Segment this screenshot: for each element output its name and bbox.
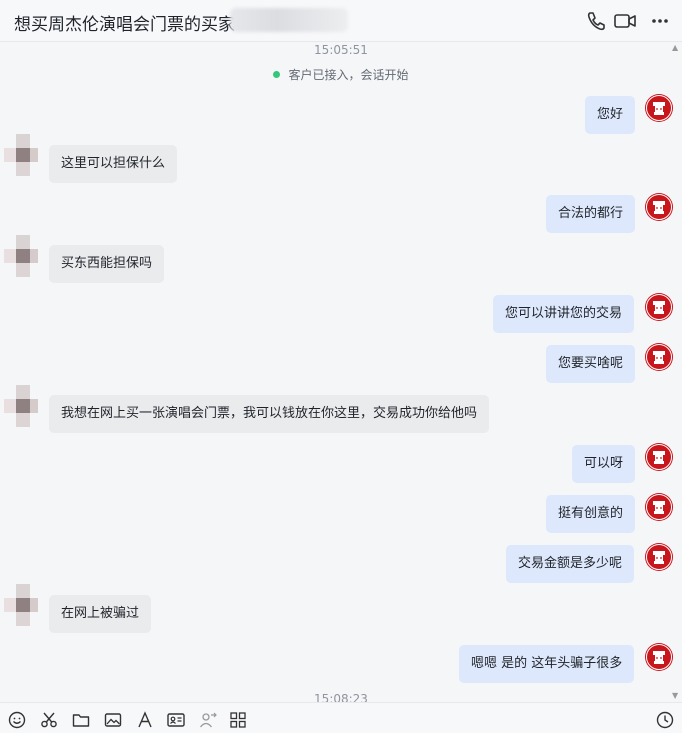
customer-avatar-pixelated[interactable] bbox=[4, 385, 38, 431]
scroll-up-icon[interactable]: ▲ bbox=[672, 44, 678, 52]
message-bubble-outgoing[interactable]: 合法的都行 bbox=[546, 195, 636, 233]
customer-avatar-pixelated[interactable] bbox=[4, 134, 38, 180]
more-icon[interactable] bbox=[647, 8, 673, 34]
message-bubble-outgoing[interactable]: 您要买啥呢 bbox=[546, 345, 636, 383]
image-icon[interactable] bbox=[104, 711, 122, 729]
font-icon[interactable] bbox=[136, 711, 154, 729]
agent-avatar[interactable] bbox=[645, 293, 673, 321]
history-icon[interactable] bbox=[656, 711, 674, 729]
chat-title: 想买周杰伦演唱会门票的买家 bbox=[14, 15, 235, 35]
agent-avatar[interactable] bbox=[645, 193, 673, 221]
message-list[interactable]: 15:05:51 客户已接入，会话开始 您好 这里可以担保什么 合法的都行 买东… bbox=[0, 42, 682, 702]
scroll-down-icon[interactable]: ▼ bbox=[672, 692, 678, 700]
message-bubble-outgoing[interactable]: 挺有创意的 bbox=[546, 495, 636, 533]
contact-card-icon[interactable] bbox=[167, 711, 185, 729]
message-bubble-outgoing[interactable]: 交易金额是多少呢 bbox=[506, 545, 635, 583]
video-call-icon[interactable] bbox=[612, 8, 638, 34]
apps-grid-icon[interactable] bbox=[229, 711, 247, 729]
online-dot-icon bbox=[273, 71, 281, 78]
folder-icon[interactable] bbox=[72, 711, 90, 729]
transfer-user-icon[interactable] bbox=[199, 711, 217, 729]
emoji-icon[interactable] bbox=[8, 711, 26, 729]
message-bubble-outgoing[interactable]: 可以呀 bbox=[572, 445, 636, 483]
customer-avatar-pixelated[interactable] bbox=[4, 235, 38, 281]
customer-avatar-pixelated[interactable] bbox=[4, 584, 38, 630]
system-message: 客户已接入，会话开始 bbox=[0, 66, 682, 83]
message-bubble-incoming[interactable]: 买东西能担保吗 bbox=[49, 245, 165, 283]
timestamp: 15:08:23 bbox=[314, 692, 368, 702]
message-bubble-incoming[interactable]: 这里可以担保什么 bbox=[49, 145, 178, 183]
agent-avatar[interactable] bbox=[645, 443, 673, 471]
agent-avatar[interactable] bbox=[645, 94, 673, 122]
scrollbar[interactable]: ▲ ▼ bbox=[672, 42, 680, 702]
message-bubble-outgoing[interactable]: 您好 bbox=[585, 96, 636, 134]
message-bubble-incoming[interactable]: 在网上被骗过 bbox=[49, 595, 152, 633]
message-bubble-incoming[interactable]: 我想在网上买一张演唱会门票，我可以钱放在你这里，交易成功你给他吗 bbox=[49, 395, 490, 433]
agent-avatar[interactable] bbox=[645, 493, 673, 521]
chat-header: 想买周杰伦演唱会门票的买家 bbox=[0, 0, 682, 42]
agent-avatar[interactable] bbox=[645, 343, 673, 371]
message-bubble-outgoing[interactable]: 您可以讲讲您的交易 bbox=[493, 295, 635, 333]
agent-avatar[interactable] bbox=[645, 643, 673, 671]
timestamp: 15:05:51 bbox=[314, 43, 368, 57]
phone-icon[interactable] bbox=[583, 8, 609, 34]
redacted-name-blur bbox=[230, 8, 348, 32]
agent-avatar[interactable] bbox=[645, 543, 673, 571]
message-bubble-outgoing[interactable]: 嗯嗯 是的 这年头骗子很多 bbox=[459, 645, 635, 683]
composer-toolbar bbox=[0, 702, 682, 733]
scissors-icon[interactable] bbox=[40, 711, 58, 729]
